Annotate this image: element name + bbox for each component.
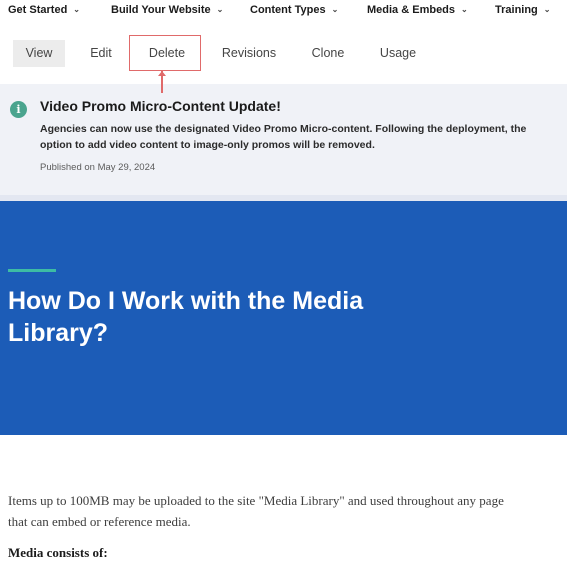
nav-label: Training <box>495 4 538 16</box>
chevron-down-icon: ⌄ <box>216 5 224 14</box>
alert-title: Video Promo Micro-Content Update! <box>40 98 281 114</box>
nav-get-started[interactable]: Get Started ⌄ <box>8 4 80 16</box>
alert-banner: i Video Promo Micro-Content Update! Agen… <box>0 84 567 201</box>
hero-banner: How Do I Work with the Media Library? <box>0 201 567 435</box>
page-title: How Do I Work with the Media Library? <box>8 287 364 347</box>
nav-label: Get Started <box>8 4 68 16</box>
nav-media-embeds[interactable]: Media & Embeds ⌄ <box>367 4 468 16</box>
tab-usage[interactable]: Usage <box>372 40 424 67</box>
info-icon: i <box>10 101 27 118</box>
tab-clone[interactable]: Clone <box>304 40 352 67</box>
tab-revisions[interactable]: Revisions <box>214 40 284 67</box>
nav-label: Content Types <box>250 4 326 16</box>
hero-accent-bar <box>8 269 56 272</box>
intro-paragraph: Items up to 100MB may be uploaded to the… <box>8 493 504 529</box>
chevron-down-icon: ⌄ <box>461 5 468 14</box>
nav-content-types[interactable]: Content Types ⌄ <box>250 4 338 16</box>
alert-body: Agencies can now use the designated Vide… <box>40 123 527 151</box>
top-navigation: Get Started ⌄ Build Your Website ⌄ Content… <box>0 0 567 24</box>
alert-published-date: Published on May 29, 2024 <box>40 162 156 173</box>
nav-label: Build Your Website <box>111 4 211 16</box>
tab-view[interactable]: View <box>13 40 65 67</box>
arrow-up-icon <box>158 71 166 93</box>
main-content: Items up to 100MB may be uploaded to the… <box>8 490 508 561</box>
chevron-down-icon: ⌄ <box>73 5 80 14</box>
nav-label: Media & Embeds <box>367 4 456 16</box>
tab-edit[interactable]: Edit <box>80 40 122 67</box>
nav-build-your-website[interactable]: Build Your Website ⌄ <box>111 4 223 16</box>
chevron-down-icon: ⌄ <box>331 5 339 14</box>
media-consists-heading: Media consists of: <box>8 545 108 560</box>
nav-training[interactable]: Training ⌄ <box>495 4 550 16</box>
chevron-down-icon: ⌄ <box>543 5 551 14</box>
tab-delete[interactable]: Delete <box>138 40 196 67</box>
